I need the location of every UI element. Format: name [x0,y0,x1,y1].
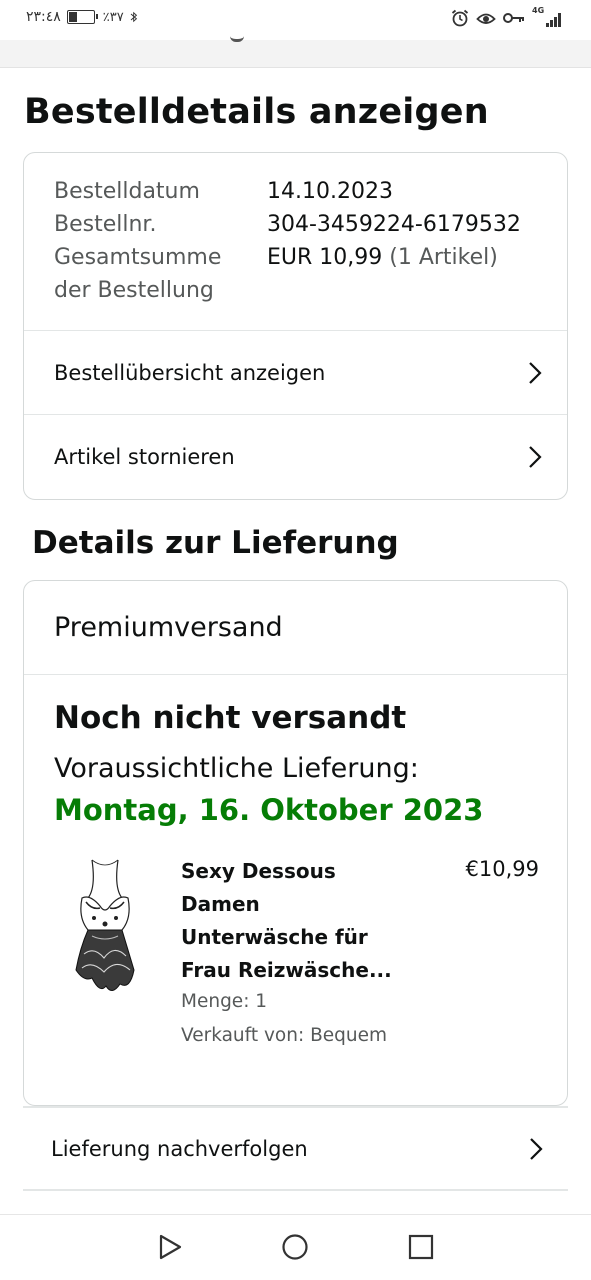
view-order-summary-link[interactable]: Bestellübersicht anzeigen [24,331,567,415]
order-number-value: 304-3459224-6179532 [267,212,521,237]
order-number-label: Bestellnr. [54,212,157,237]
order-summary-card: Bestelldatum 14.10.2023 Bestellnr. 304-3… [23,152,568,500]
system-navigation-bar [0,1214,591,1280]
product-quantity: Menge: 1 [181,991,268,1012]
alarm-icon [451,9,469,27]
back-triangle-icon[interactable] [156,1233,184,1261]
status-bar-right: 4G [450,6,561,28]
product-title[interactable]: Sexy Dessous Damen Unterwäsche für Frau … [181,855,411,987]
eye-comfort-icon [476,13,496,24]
bluetooth-icon [130,11,137,23]
track-package-label: Lieferung nachverfolgen [51,1136,308,1161]
status-bar: ٢٣:٤٨ ٪٣٧ 4G [0,0,591,40]
network-label: 4G [532,6,545,15]
vpn-key-icon [503,13,524,23]
signal-4g-icon: 4G [532,6,561,27]
home-circle-icon[interactable] [281,1233,309,1261]
chevron-right-icon [529,446,542,468]
scrolled-header-strip [0,39,591,68]
order-item-count: (1 Artikel) [389,245,498,270]
chevron-right-icon [530,1138,543,1160]
eta-date: Montag, 16. Oktober 2023 [54,793,484,827]
track-package-link[interactable]: Lieferung nachverfolgen [23,1106,568,1191]
cancel-items-link[interactable]: Artikel stornieren [24,415,567,499]
order-total-label: Gesamtsumme der Bestellung [54,245,222,303]
page-title: Bestelldetails anzeigen [24,92,489,132]
view-order-summary-label: Bestellübersicht anzeigen [54,360,326,385]
order-date-value: 14.10.2023 [267,179,393,204]
chevron-right-icon [529,362,542,384]
shipment-status: Noch nicht versandt [54,700,407,736]
delivery-section-title: Details zur Lieferung [32,525,399,561]
shipping-method: Premiumversand [24,581,567,675]
cancel-items-label: Artikel stornieren [54,445,235,469]
battery-icon [66,10,98,24]
order-details: Bestelldatum 14.10.2023 Bestellnr. 304-3… [24,153,567,331]
product-price: €10,99 [465,857,539,881]
product-seller: Verkauft von: Bequem [181,1025,388,1046]
eta-label: Voraussichtliche Lieferung: [54,753,419,784]
recents-square-icon[interactable] [407,1233,435,1261]
shipment-card: Premiumversand Noch nicht versandt Vorau… [23,580,568,1106]
battery-percent: ٪٣٧ [102,9,124,25]
order-total-value: EUR 10,99 (1 Artikel) [267,245,498,270]
status-bar-left: ٢٣:٤٨ ٪٣٧ [26,9,140,25]
order-date-label: Bestelldatum [54,179,200,204]
status-time: ٢٣:٤٨ [26,9,61,25]
lingerie-product-image[interactable] [70,858,140,1000]
